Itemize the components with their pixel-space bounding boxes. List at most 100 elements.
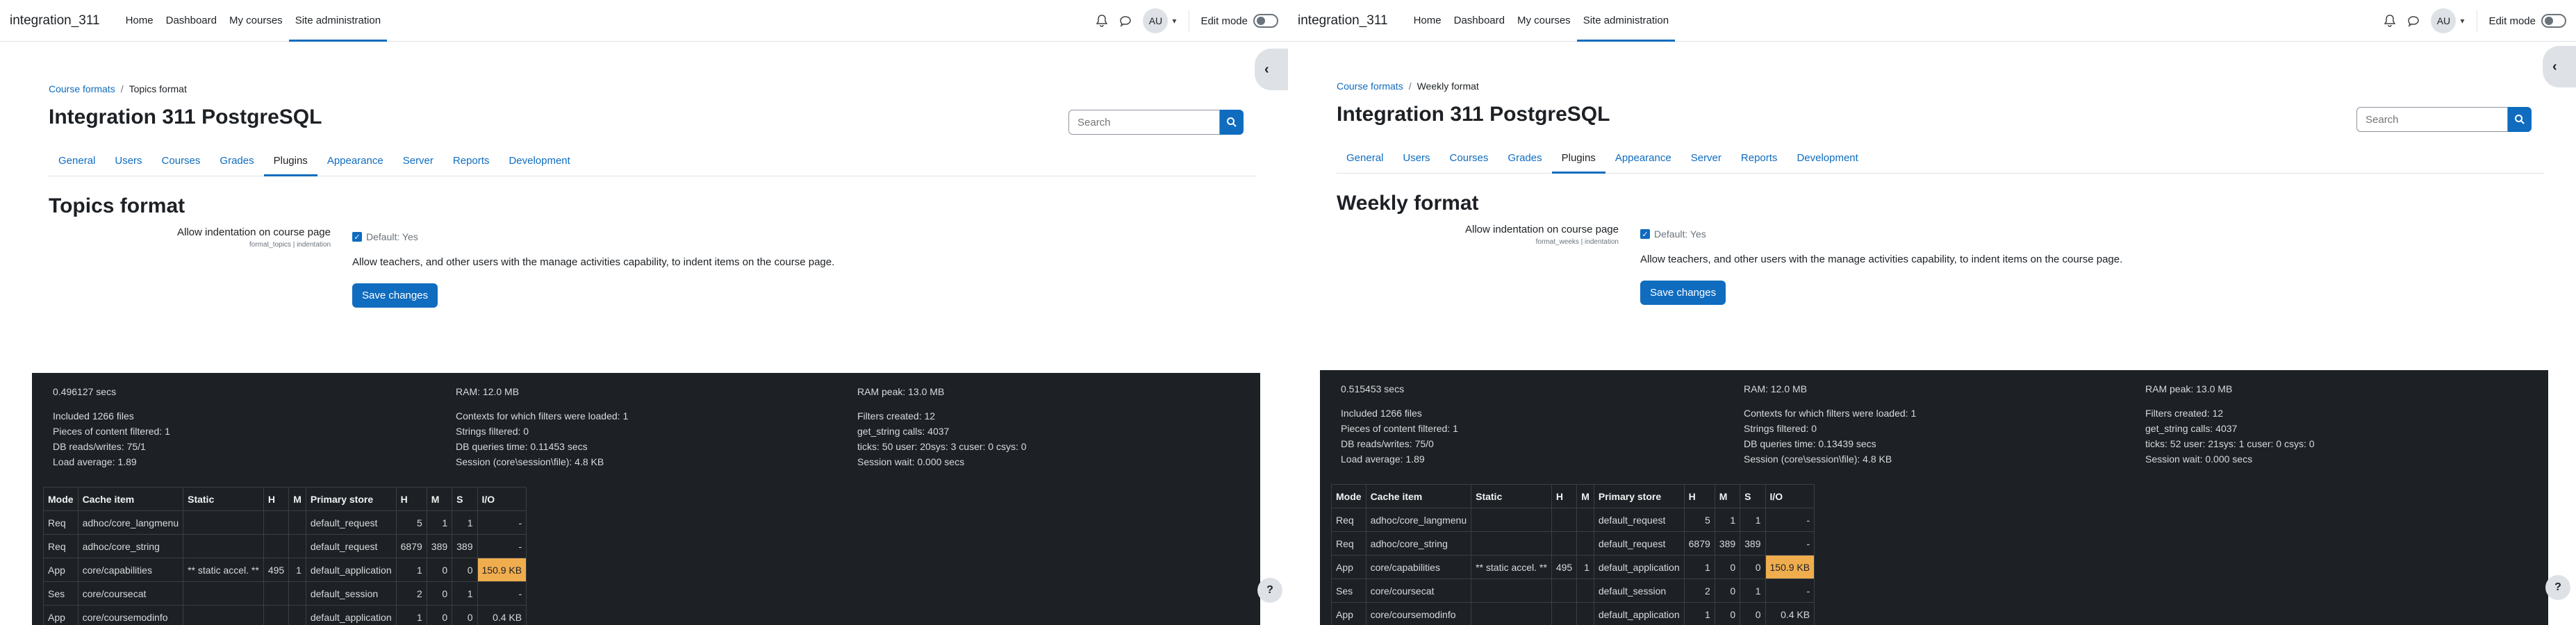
tab-general[interactable]: General [1337,143,1393,173]
search-input[interactable] [2356,107,2508,132]
setting-description: Allow teachers, and other users with the… [352,256,835,268]
tab-grades[interactable]: Grades [210,146,263,176]
tab-courses[interactable]: Courses [152,146,210,176]
chevron-down-icon[interactable]: ▾ [1172,16,1176,26]
cache-cell: 0 [1714,555,1741,579]
tab-plugins[interactable]: Plugins [263,146,318,176]
nav-item-home[interactable]: Home [1407,0,1448,42]
tab-grades[interactable]: Grades [1498,143,1551,173]
cache-cell [263,605,290,625]
cache-header: Static [183,487,264,511]
tab-users[interactable]: Users [1393,143,1439,173]
page-title: Integration 311 PostgreSQL [1337,103,1610,126]
nav-item-my-courses[interactable]: My courses [223,0,289,42]
cache-cell: Ses [43,581,79,606]
setting-control: ✓ Default: Yes Allow teachers, and other u… [352,231,834,308]
cache-cell [288,605,306,625]
cache-cell: 1 [395,558,427,582]
perf-line: Included 1266 files [53,410,134,422]
cache-cell: 389 [426,534,453,558]
breadcrumb-current: Topics format [129,83,187,94]
cache-header: Primary store [1593,484,1685,508]
edit-mode-toggle[interactable] [2541,14,2566,28]
cache-header: I/O [1765,484,1815,508]
setting-checkbox[interactable]: ✓ [1640,229,1650,239]
tab-courses[interactable]: Courses [1440,143,1498,173]
bell-icon[interactable] [2382,13,2397,28]
cache-cell: 150.9 KB [477,558,527,582]
nav-item-my-courses[interactable]: My courses [1511,0,1577,42]
perf-line: Strings filtered: 0 [1744,423,1817,434]
cache-cell [1471,508,1552,532]
nav-item-dashboard[interactable]: Dashboard [1448,0,1511,42]
cache-cell [1471,531,1552,556]
avatar[interactable]: AU [1143,8,1169,33]
cache-cell: default_application [305,558,397,582]
perf-col3: RAM peak: 13.0 MB Filters created: 12 get_… [857,384,1027,469]
cache-cell: Req [1331,531,1367,556]
save-button[interactable]: Save changes [352,283,438,308]
cache-cell: 389 [1714,531,1741,556]
chevron-left-icon[interactable]: ‹ [2543,46,2576,88]
table-row: Ses core/coursecat default_session 2 0 1- [1331,578,1815,603]
avatar[interactable]: AU [2431,8,2457,33]
tab-appearance[interactable]: Appearance [317,146,393,176]
edit-mode-toggle[interactable] [1253,14,1278,28]
chevron-down-icon[interactable]: ▾ [2460,16,2464,26]
tab-development[interactable]: Development [1787,143,1867,173]
search-input[interactable] [1068,110,1220,135]
save-button[interactable]: Save changes [1640,281,1726,305]
search-icon[interactable] [1220,110,1244,135]
cache-cell [1471,602,1552,625]
cache-cell: 1 [1683,602,1715,625]
nav-item-site-administration[interactable]: Site administration [1576,0,1676,42]
cache-cell: - [1765,508,1815,532]
tab-server[interactable]: Server [393,146,443,176]
perf-col3: RAM peak: 13.0 MB Filters created: 12 get_… [2145,381,2315,467]
tab-general[interactable]: General [49,146,105,176]
cache-cell: 1 [452,510,478,535]
table-row: App core/coursemodinfo default_application… [1331,602,1815,625]
tab-appearance[interactable]: Appearance [1605,143,1681,173]
cache-header: Mode [1331,484,1367,508]
cache-cell: - [477,510,527,535]
question-icon[interactable]: ? [1257,578,1282,603]
tab-reports[interactable]: Reports [1731,143,1787,173]
nav-item-dashboard[interactable]: Dashboard [160,0,223,42]
chat-icon[interactable] [2406,13,2421,28]
cache-cell [1576,531,1594,556]
perf-col2: RAM: 12.0 MB Contexts for which filters w… [1744,381,1916,467]
tab-users[interactable]: Users [105,146,151,176]
panel-weekly: integration_311 Home Dashboard My courses Si… [1288,0,2576,625]
chevron-left-icon[interactable]: ‹ [1255,49,1288,90]
cache-cell: App [1331,555,1367,579]
site-name[interactable]: integration_311 [10,13,100,28]
cache-cell: 150.9 KB [1765,555,1815,579]
site-name[interactable]: integration_311 [1298,13,1388,28]
breadcrumb-course-formats[interactable]: Course formats [49,83,115,94]
perf-col1: 0.515453 secs Included 1266 files Pieces o… [1341,381,1458,467]
breadcrumb-course-formats[interactable]: Course formats [1337,81,1403,92]
cache-cell: ** static accel. ** [183,558,264,582]
search-icon[interactable] [2508,107,2532,132]
table-row: Req adhoc/core_langmenu default_request 5 1 1… [43,510,527,535]
perf-ram: RAM: 12.0 MB [456,386,520,397]
tab-development[interactable]: Development [499,146,579,176]
tab-server[interactable]: Server [1681,143,1731,173]
chat-icon[interactable] [1118,13,1133,28]
tab-plugins[interactable]: Plugins [1551,143,1606,174]
cache-cell: - [477,581,527,606]
cache-cell: default_request [305,510,397,535]
question-icon[interactable]: ? [2545,575,2570,600]
cache-cell: 0 [1740,555,1766,579]
nav-item-site-administration[interactable]: Site administration [288,0,388,42]
tab-reports[interactable]: Reports [443,146,499,176]
bell-icon[interactable] [1094,13,1109,28]
perf-line: Load average: 1.89 [53,456,137,467]
cache-table: Mode Cache item Static H M Primary store H M S I/… [1331,484,1815,625]
cache-header: Primary store [305,487,397,511]
setting-default: Default: Yes [1654,228,1706,240]
setting-checkbox[interactable]: ✓ [352,232,362,242]
cache-cell: ** static accel. ** [1471,555,1552,579]
nav-item-home[interactable]: Home [119,0,160,42]
